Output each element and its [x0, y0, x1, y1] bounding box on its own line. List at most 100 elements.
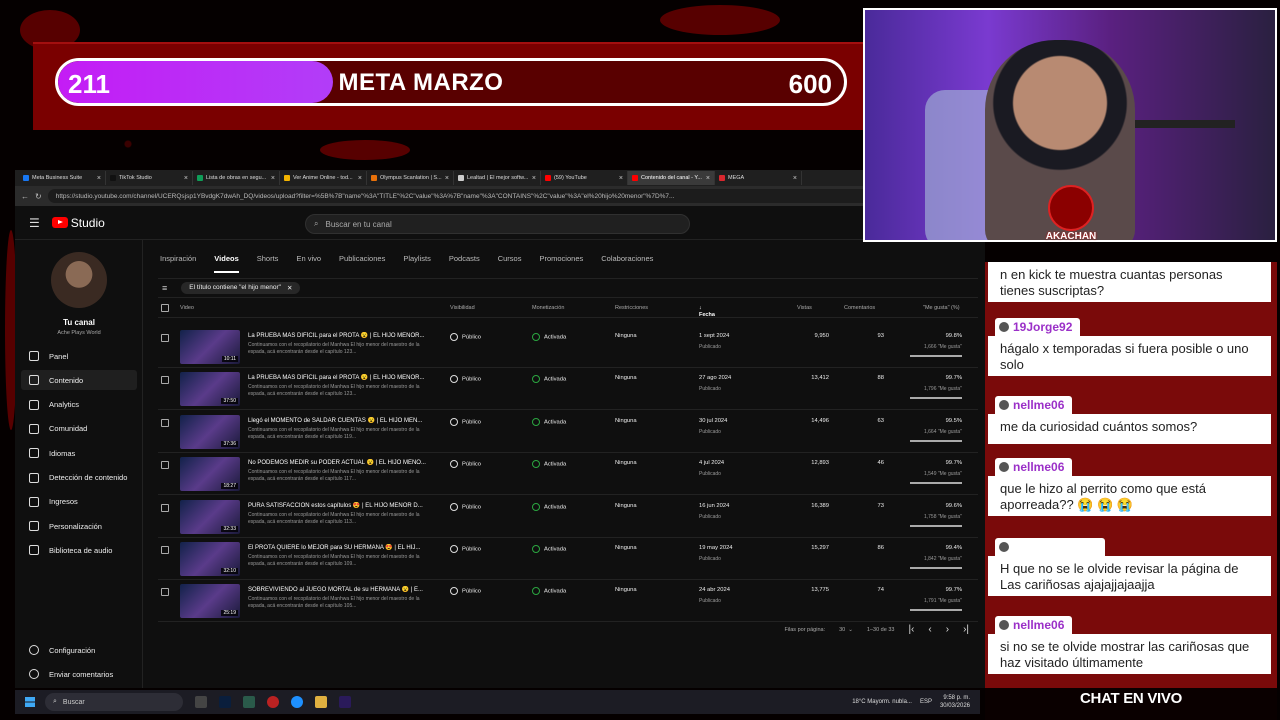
tab-promociones[interactable]: Promociones: [539, 254, 583, 273]
tab-publicaciones[interactable]: Publicaciones: [339, 254, 385, 273]
browser-tab[interactable]: Contenido del canal - Y... ×: [628, 171, 715, 185]
tab-shorts[interactable]: Shorts: [257, 254, 279, 273]
visibility-cell[interactable]: Público: [450, 545, 481, 553]
tab-videos[interactable]: Videos: [214, 254, 239, 273]
taskbar-search[interactable]: ⌕ Buscar: [45, 693, 183, 711]
video-thumbnail[interactable]: 37:36: [180, 414, 240, 449]
monetization-cell[interactable]: Activada: [532, 502, 566, 511]
visibility-cell[interactable]: Público: [450, 587, 481, 596]
table-row[interactable]: 18:27 No PODEMOS MEDIR su PODER ACTUAL 😮 …: [158, 453, 978, 496]
video-thumbnail[interactable]: 32:33: [180, 499, 240, 534]
windows-start-icon[interactable]: [25, 697, 35, 707]
browser-tab[interactable]: (59) YouTube ×: [541, 171, 628, 185]
close-icon[interactable]: ×: [358, 175, 362, 182]
file-explorer-icon[interactable]: [315, 696, 327, 708]
tab-en-vivo[interactable]: En vivo: [296, 254, 321, 273]
video-title[interactable]: La PRUEBA MÁS DIFÍCIL para el PROTA 😮 | …: [248, 332, 438, 339]
row-checkbox[interactable]: [161, 588, 169, 597]
video-title[interactable]: SOBREVIVIENDO al JUEGO MORTAL de su HERM…: [248, 586, 438, 593]
rows-per-page-select[interactable]: 30 ⌄: [839, 627, 853, 633]
browser-tab[interactable]: Olympus Scanlation | S... ×: [367, 171, 454, 185]
task-view-icon[interactable]: [195, 696, 207, 708]
video-title[interactable]: PURA SATISFACCIÓN estos capítulos 😍 | EL…: [248, 502, 438, 509]
close-icon[interactable]: ×: [271, 175, 275, 182]
sidebar-item[interactable]: Panel: [21, 346, 137, 366]
sidebar-item[interactable]: Biblioteca de audio: [21, 540, 137, 560]
visibility-cell[interactable]: Público: [450, 333, 481, 341]
col-date[interactable]: Fecha ↓: [699, 305, 715, 318]
browser-tab[interactable]: Lista de obras en segu... ×: [193, 171, 280, 185]
browser-tab[interactable]: Lealtad | El mejor softw... ×: [454, 171, 541, 185]
sidebar-item[interactable]: Ingresos: [21, 492, 137, 512]
tab-colaboraciones[interactable]: Colaboraciones: [601, 254, 653, 273]
chat-username[interactable]: nellme06: [995, 396, 1073, 414]
video-thumbnail[interactable]: 25:19: [180, 584, 240, 619]
close-icon[interactable]: ×: [706, 175, 710, 182]
video-title[interactable]: El PROTA QUIERE lo MEJOR para SU HERMANA…: [248, 544, 438, 551]
prev-page-icon[interactable]: ‹: [928, 624, 931, 635]
monetization-cell[interactable]: Activada: [532, 375, 566, 384]
reload-icon[interactable]: ↻: [35, 192, 42, 201]
close-icon[interactable]: ×: [619, 175, 623, 182]
table-row[interactable]: 32:10 El PROTA QUIERE lo MEJOR para SU HE…: [158, 538, 978, 580]
sidebar-item[interactable]: Idiomas: [21, 443, 137, 463]
video-title[interactable]: No PODEMOS MEDIR su PODER ACTUAL 😮 | EL …: [248, 459, 438, 466]
chat-username[interactable]: nellme06: [995, 458, 1073, 476]
table-row[interactable]: 37:50 La PRUEBA MÁS DIFÍCIL para el PROTA…: [158, 368, 978, 411]
video-title[interactable]: Llegó el MOMENTO de SALDAR CUENTAS 😮 | E…: [248, 417, 438, 424]
close-icon[interactable]: ×: [184, 175, 188, 182]
video-thumbnail[interactable]: 18:27: [180, 457, 240, 492]
tab-cursos[interactable]: Cursos: [498, 254, 522, 273]
studio-logo[interactable]: Studio: [51, 216, 105, 230]
weather-status[interactable]: 18°C Mayorm. nubla...: [852, 699, 912, 705]
first-page-icon[interactable]: |‹: [908, 624, 914, 635]
close-icon[interactable]: ×: [532, 175, 536, 182]
chat-username[interactable]: [995, 538, 1105, 556]
video-thumbnail[interactable]: 10:11: [180, 330, 240, 364]
hamburger-menu-icon[interactable]: ☰: [29, 216, 40, 230]
last-page-icon[interactable]: ›|: [963, 624, 969, 635]
close-icon[interactable]: ×: [793, 175, 797, 182]
table-row[interactable]: 25:19 SOBREVIVIENDO al JUEGO MORTAL de su…: [158, 580, 978, 623]
video-thumbnail[interactable]: 32:10: [180, 542, 240, 576]
language-indicator[interactable]: ESP: [920, 699, 932, 705]
monetization-cell[interactable]: Activada: [532, 587, 566, 596]
close-icon[interactable]: ×: [445, 175, 449, 182]
next-page-icon[interactable]: ›: [946, 624, 949, 635]
table-row[interactable]: 32:33 PURA SATISFACCIÓN estos capítulos 😍…: [158, 496, 978, 538]
sidebar-item[interactable]: Comunidad: [21, 419, 137, 439]
video-title[interactable]: La PRUEBA MÁS DIFÍCIL para el PROTA 😮 | …: [248, 374, 438, 381]
premiere-app-icon[interactable]: [339, 696, 351, 708]
browser-tab[interactable]: Ver Anime Online - tod... ×: [280, 171, 367, 185]
monetization-cell[interactable]: Activada: [532, 333, 566, 341]
monetization-cell[interactable]: Activada: [532, 417, 566, 426]
chat-username[interactable]: 19Jorge92: [995, 318, 1081, 336]
tab-inspiración[interactable]: Inspiración: [160, 254, 196, 273]
feedback-item[interactable]: Enviar comentarios: [21, 664, 137, 684]
close-icon[interactable]: ✕: [287, 284, 292, 292]
url-field[interactable]: https://studio.youtube.com/channel/UCERQ…: [47, 189, 966, 203]
visibility-cell[interactable]: Público: [450, 460, 481, 469]
row-checkbox[interactable]: [161, 418, 169, 427]
video-thumbnail[interactable]: 37:50: [180, 372, 240, 407]
obs-app-icon[interactable]: [267, 696, 279, 708]
filter-chip[interactable]: El título contiene "el hijo menor" ✕: [181, 282, 301, 294]
table-row[interactable]: 10:11 La PRUEBA MÁS DIFÍCIL para el PROTA…: [158, 326, 978, 368]
back-icon[interactable]: ←: [21, 192, 29, 201]
photoshop-app-icon[interactable]: [219, 696, 231, 708]
monetization-cell[interactable]: Activada: [532, 545, 566, 553]
row-checkbox[interactable]: [161, 376, 169, 385]
tab-podcasts[interactable]: Podcasts: [449, 254, 480, 273]
row-checkbox[interactable]: [161, 546, 169, 554]
channel-search-input[interactable]: ⌕ Buscar en tu canal: [305, 214, 690, 234]
sidebar-item[interactable]: Detección de contenido: [21, 468, 137, 488]
channel-avatar[interactable]: [51, 252, 107, 308]
visibility-cell[interactable]: Público: [450, 502, 481, 511]
visibility-cell[interactable]: Público: [450, 375, 481, 384]
chat-username[interactable]: nellme06: [995, 616, 1073, 634]
row-checkbox[interactable]: [161, 334, 169, 342]
sidebar-item[interactable]: Personalización: [21, 516, 137, 536]
browser-tab[interactable]: MEGA ×: [715, 171, 802, 185]
row-checkbox[interactable]: [161, 461, 169, 470]
clock[interactable]: 9:58 p. m. 30/03/2026: [940, 694, 970, 710]
